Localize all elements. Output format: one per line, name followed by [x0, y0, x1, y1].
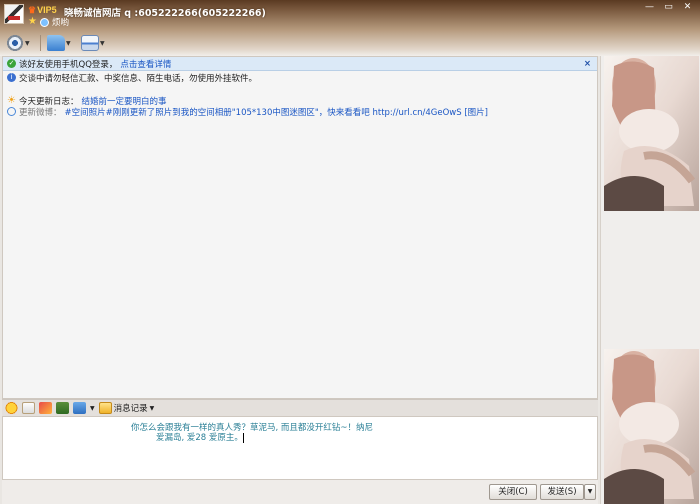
status-text: 烦哟	[51, 18, 69, 28]
send-options-button[interactable]: ▼	[584, 484, 596, 500]
video-call-button[interactable]: ▼	[6, 33, 34, 53]
chevron-down-icon: ▼	[66, 39, 71, 47]
send-button[interactable]: 发送(S)	[540, 484, 584, 500]
chat-history: ✓ 该好友使用手机QQ登录， 点击查看详情 × i 交谈中请勿轻信汇款、中奖信息…	[2, 56, 598, 399]
weibo-update: 更新微博： #空间照片#刚刚更新了照片到我的空间相册"105*130中图迷图区"…	[3, 105, 597, 118]
chevron-down-icon: ▼	[149, 404, 155, 412]
close-button[interactable]: 关闭(C)	[489, 484, 537, 500]
magic-icon[interactable]	[39, 402, 52, 414]
contact-show-image	[604, 349, 699, 504]
input-toolbar: ▼ 消息记录 ▼	[2, 399, 598, 416]
window-header: ♛VIP5 晓畅诚信网店 q :605222266(605222266) ★ 烦…	[0, 0, 700, 56]
notice-close-icon[interactable]: ×	[584, 59, 591, 69]
text-caret	[242, 432, 244, 443]
close-icon[interactable]: ✕	[679, 1, 696, 13]
avatar[interactable]	[4, 4, 24, 24]
vip-badge: ♛VIP5	[28, 5, 57, 15]
chevron-down-icon[interactable]: ▼	[90, 405, 95, 412]
emoji-icon[interactable]	[5, 402, 18, 414]
app-icon	[81, 35, 99, 51]
weibo-icon	[7, 107, 16, 116]
chat-toolbar: ▼ ▼ ▼	[6, 33, 109, 53]
message-input[interactable]: 你怎么会跟我有一样的真人秀？草泥马, 而且都没开红钻~！纳尼 爱漏岛, 爱28 …	[2, 416, 598, 480]
history-icon	[98, 402, 112, 414]
window-controls: — ▭ ✕	[641, 1, 696, 13]
app-button[interactable]: ▼	[81, 33, 109, 53]
contact-title: 晓畅诚信网店 q :605222266(605222266)	[64, 8, 266, 19]
contact-show-panel	[600, 56, 700, 504]
file-transfer-button[interactable]: ▼	[47, 33, 75, 53]
chevron-down-icon: ▼	[25, 39, 30, 47]
input-line-2: 爱漏岛, 爱28 爱原主。	[156, 432, 244, 443]
folder-icon	[47, 35, 65, 51]
check-icon: ✓	[7, 59, 16, 68]
status-bubble-icon	[39, 17, 49, 27]
font-icon[interactable]	[22, 402, 35, 414]
mobile-login-notice: ✓ 该好友使用手机QQ登录， 点击查看详情 ×	[3, 57, 597, 71]
chevron-down-icon: ▼	[100, 39, 105, 47]
sun-icon: ☀	[7, 95, 16, 106]
message-history-button[interactable]: 消息记录 ▼	[98, 402, 155, 414]
info-icon: i	[7, 73, 16, 82]
video-icon	[6, 35, 24, 51]
weibo-update-link[interactable]: #空间照片#刚刚更新了照片到我的空间相册"105*130中图迷图区"，快来看看吧…	[65, 106, 488, 118]
star-icon: ★	[28, 16, 37, 27]
toolbar-divider	[40, 35, 41, 51]
contact-show-image	[604, 56, 699, 211]
image-icon[interactable]	[73, 402, 86, 414]
action-bar: 关闭(C) 发送(S) ▼	[2, 480, 598, 504]
screenshot-icon[interactable]	[56, 402, 69, 414]
safety-warning: i 交谈中请勿轻信汇款、中奖信息、陌生电话，勿使用外挂软件。	[3, 71, 597, 84]
maximize-icon[interactable]: ▭	[660, 1, 677, 13]
minimize-icon[interactable]: —	[641, 1, 658, 13]
view-details-link[interactable]: 点击查看详情	[120, 58, 171, 70]
status-row: ★ 烦哟	[28, 16, 69, 29]
